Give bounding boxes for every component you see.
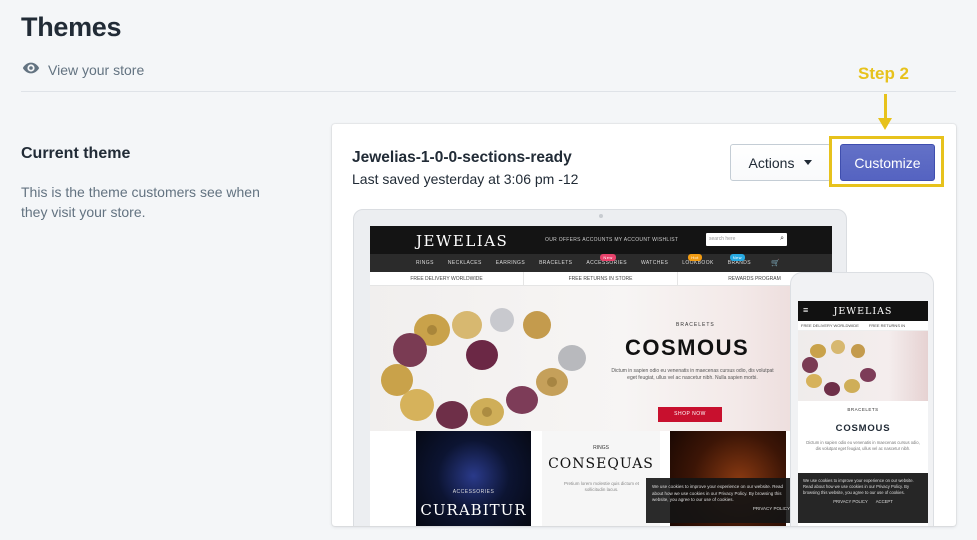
- tile-rings: RINGS CONSEQUAS Pretium lorem molestie q…: [542, 431, 660, 526]
- hero-copy: Dictum in sapien odio eu venenatis in ma…: [611, 368, 774, 381]
- section-description: This is the theme customers see when the…: [21, 184, 260, 220]
- mobile-preview: ≡ JEWELIAS FREE DELIVERY WORLDWIDE FREE …: [790, 272, 934, 526]
- step-highlight-box: [829, 136, 944, 187]
- mobile-cookie-banner: We use cookies to improve your experienc…: [798, 473, 928, 523]
- mobile-copy: Dictum in sapien odio eu venenatis in ma…: [806, 440, 920, 451]
- section-title: Current theme: [21, 145, 131, 162]
- site-top-links: OUR OFFERS ACCOUNTS MY ACCOUNT WISHLIST: [545, 237, 679, 243]
- mobile-header: ≡ JEWELIAS: [798, 301, 928, 321]
- hero-kicker: BRACELETS: [676, 322, 715, 328]
- cookie-text: We use cookies to improve your experienc…: [652, 484, 783, 502]
- info-bar-item: FREE DELIVERY WORLDWIDE: [801, 323, 859, 328]
- camera-dot: [599, 214, 603, 218]
- cookie-privacy: PRIVACY POLICY: [833, 499, 868, 504]
- nav-item: BRACELETS: [539, 260, 573, 266]
- nav-item: WATCHES: [640, 260, 669, 266]
- cookie-text: We use cookies to improve your experienc…: [803, 478, 914, 495]
- site-logo: JEWELIAS: [416, 232, 509, 250]
- nav-item: BRANDS New: [727, 254, 751, 266]
- site-search-placeholder: search here: [709, 236, 736, 242]
- last-saved-text: Last saved yesterday at 3:06 pm -12: [352, 171, 579, 187]
- site-hero: BRACELETS COSMOUS Dictum in sapien odio …: [370, 286, 832, 431]
- cookie-accept: ACCEPT: [875, 499, 893, 504]
- theme-name: Jewelias-1-0-0-sections-ready: [352, 149, 572, 166]
- arrow-down-icon: [878, 118, 892, 130]
- info-bar-item: FREE RETURNS IN STORE: [524, 271, 678, 286]
- mobile-bracelet-image: [802, 340, 876, 396]
- nav-item: RINGS: [416, 260, 434, 266]
- search-icon: ⌕: [780, 235, 784, 242]
- info-bar-item: FREE DELIVERY WORLDWIDE: [370, 271, 524, 286]
- site-nav: RINGS NECKLACES EARRINGS BRACELETS ACCES…: [370, 254, 832, 272]
- info-bar-item: FREE RETURNS IN: [868, 323, 906, 328]
- mobile-info-bar: FREE DELIVERY WORLDWIDE FREE RETURNS IN: [798, 321, 928, 331]
- mobile-hero: [798, 331, 928, 401]
- tile-title: CURABITUR: [420, 501, 527, 519]
- hero-shop-now-button: SHOP NOW: [658, 407, 722, 422]
- cart-icon: 🛒: [770, 260, 781, 267]
- eye-icon: [22, 59, 40, 80]
- hero-title: COSMOUS: [625, 335, 750, 360]
- cookie-banner: We use cookies to improve your experienc…: [646, 478, 796, 523]
- mobile-screen: ≡ JEWELIAS FREE DELIVERY WORLDWIDE FREE …: [798, 301, 928, 526]
- desktop-preview: JEWELIAS OUR OFFERS ACCOUNTS MY ACCOUNT …: [353, 209, 847, 526]
- mobile-kicker: BRACELETS: [847, 407, 879, 412]
- tile-copy: Pretium lorem molestie quis dictum et so…: [563, 481, 640, 492]
- nav-item: LOOKBOOK Hot: [682, 254, 714, 266]
- nav-badge: New: [600, 254, 616, 261]
- tile-kicker: ACCESSORIES: [452, 489, 495, 495]
- nav-item: NECKLACES: [447, 260, 482, 266]
- nav-item: ACCESSORIES New: [586, 254, 627, 266]
- actions-button[interactable]: Actions: [730, 144, 831, 181]
- view-store-link[interactable]: View your store: [22, 59, 144, 80]
- view-store-label: View your store: [48, 61, 145, 78]
- desktop-screen: JEWELIAS OUR OFFERS ACCOUNTS MY ACCOUNT …: [370, 226, 832, 526]
- site-search: search here ⌕: [706, 233, 787, 246]
- mobile-logo: JEWELIAS: [833, 306, 893, 317]
- nav-badge: New: [729, 254, 745, 261]
- caret-down-icon: [804, 160, 813, 165]
- tile-title: CONSEQUAS: [548, 456, 654, 472]
- step-label: Step 2: [858, 64, 910, 83]
- site-header: JEWELIAS OUR OFFERS ACCOUNTS MY ACCOUNT …: [370, 226, 832, 254]
- cookie-privacy: PRIVACY POLICY: [752, 505, 790, 511]
- nav-item: EARRINGS: [495, 260, 526, 266]
- actions-label: Actions: [748, 154, 795, 171]
- bracelet-image: [381, 308, 586, 429]
- site-info-bar: FREE DELIVERY WORLDWIDE FREE RETURNS IN …: [370, 271, 832, 286]
- page-title: Themes: [21, 12, 122, 42]
- tile-kicker: RINGS: [593, 445, 609, 451]
- tile-accessories: ACCESSORIES CURABITUR: [416, 431, 531, 526]
- nav-badge: Hot: [688, 254, 702, 261]
- mobile-title: COSMOUS: [835, 423, 891, 434]
- divider: [21, 91, 956, 92]
- step-arrow: [884, 94, 887, 120]
